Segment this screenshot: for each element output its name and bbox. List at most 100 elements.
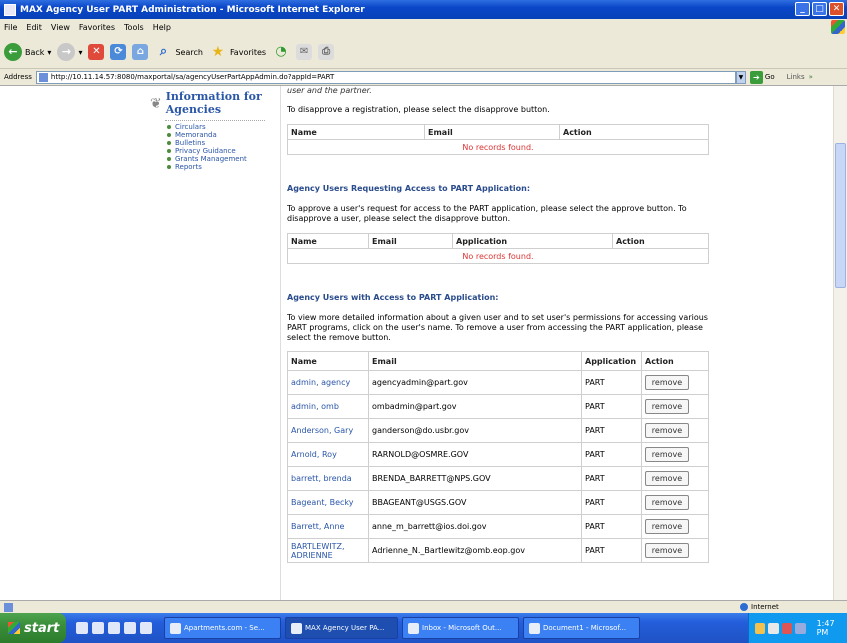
quick-launch-app-icon[interactable]	[140, 622, 152, 634]
sidebar-item-bulletins[interactable]: Bulletins	[167, 139, 268, 147]
remove-button[interactable]: remove	[645, 519, 689, 534]
chevron-down-icon[interactable]: ▾	[78, 48, 82, 57]
history-icon[interactable]: ◔	[272, 43, 290, 61]
user-name-link[interactable]: Arnold, Roy	[287, 442, 369, 467]
user-name-link[interactable]: Bageant, Becky	[287, 490, 369, 515]
user-application: PART	[581, 490, 642, 515]
zone-label: Internet	[751, 603, 779, 611]
tray-icon[interactable]	[755, 622, 766, 634]
access-instructions: To view more detailed information about …	[287, 313, 708, 342]
menu-tools[interactable]: Tools	[124, 23, 144, 32]
ie-icon	[4, 3, 16, 16]
close-button[interactable]: ✕	[829, 2, 844, 16]
go-button[interactable]: ➔ Go	[749, 70, 775, 84]
start-button[interactable]: start	[0, 613, 66, 643]
bullet-icon	[167, 157, 171, 161]
sidebar-item-reports[interactable]: Reports	[167, 163, 268, 171]
sidebar-item-privacy-guidance[interactable]: Privacy Guidance	[167, 147, 268, 155]
stop-icon[interactable]: ✕	[88, 44, 105, 60]
minimize-button[interactable]: _	[795, 2, 810, 16]
word-icon	[529, 622, 540, 634]
favorites-button[interactable]: ★ Favorites	[209, 43, 266, 61]
forward-arrow-icon: →	[57, 43, 76, 61]
scrollbar-thumb[interactable]	[835, 143, 846, 288]
remove-button[interactable]: remove	[645, 495, 689, 510]
user-name-link[interactable]: BARTLEWITZ, ADRIENNE	[287, 538, 369, 563]
quick-launch-desktop-icon[interactable]	[92, 622, 104, 634]
tray-icon[interactable]	[781, 622, 793, 634]
cut-off-text: user and the partner.	[287, 86, 372, 95]
user-application: PART	[581, 418, 642, 443]
sidebar-item-circulars[interactable]: Circulars	[167, 123, 268, 131]
back-button[interactable]: ← Back ▾	[4, 43, 51, 61]
quick-launch-ie-icon[interactable]	[76, 622, 88, 634]
volume-icon[interactable]	[795, 622, 806, 634]
links-chevron-icon[interactable]: »	[809, 73, 813, 81]
remove-button[interactable]: remove	[645, 423, 689, 438]
star-icon: ★	[211, 44, 225, 60]
forward-button[interactable]: → ▾	[57, 43, 82, 61]
address-url: http://10.11.14.57:8080/maxportal/sa/age…	[50, 73, 335, 81]
maximize-button[interactable]: □	[812, 2, 827, 16]
taskbar-item-max-agency[interactable]: MAX Agency User PA...	[285, 617, 398, 639]
print-icon[interactable]: ⎙	[318, 44, 335, 60]
column-header: Email	[424, 124, 560, 140]
table-row: Barrett, Anne anne_m_barrett@ios.doi.gov…	[287, 514, 709, 539]
address-input[interactable]: http://10.11.14.57:8080/maxportal/sa/age…	[35, 70, 736, 84]
clock[interactable]: 1:47 PM	[817, 619, 847, 637]
taskbar-item-apartments[interactable]: Apartments.com - Se...	[164, 617, 281, 639]
ie-icon	[170, 622, 181, 634]
tray-icon[interactable]	[768, 622, 779, 634]
address-label: Address	[4, 73, 32, 81]
user-name-link[interactable]: barrett, brenda	[287, 466, 369, 491]
column-header: Action	[641, 351, 709, 371]
links-button[interactable]: Links	[787, 73, 805, 81]
remove-button[interactable]: remove	[645, 447, 689, 462]
windows-logo-icon	[831, 20, 845, 34]
search-button[interactable]: ⌕ Search	[154, 43, 203, 61]
taskbar-item-inbox[interactable]: Inbox - Microsoft Out...	[402, 617, 519, 639]
table-row: BARTLEWITZ, ADRIENNE Adrienne_N._Bartlew…	[287, 538, 709, 563]
no-records-message: No records found.	[287, 139, 709, 155]
user-email: RARNOLD@OSMRE.GOV	[368, 442, 582, 467]
quick-launch-outlook-icon[interactable]	[108, 622, 120, 634]
bullet-icon	[167, 133, 171, 137]
menu-file[interactable]: File	[4, 23, 17, 32]
menu-favorites[interactable]: Favorites	[79, 23, 115, 32]
user-name-link[interactable]: Barrett, Anne	[287, 514, 369, 539]
sidebar-item-label: Reports	[175, 163, 202, 171]
menu-help[interactable]: Help	[153, 23, 171, 32]
requesting-users-table: Name Email Application Action No records…	[287, 233, 709, 264]
home-icon[interactable]: ⌂	[132, 44, 149, 60]
column-header: Email	[368, 351, 582, 371]
quick-launch-word-icon[interactable]	[124, 622, 136, 634]
remove-button[interactable]: remove	[645, 399, 689, 414]
address-bar: Address http://10.11.14.57:8080/maxporta…	[0, 69, 847, 86]
menu-view[interactable]: View	[51, 23, 70, 32]
vertical-scrollbar[interactable]	[833, 86, 847, 600]
window-title: MAX Agency User PART Administration - Mi…	[20, 4, 365, 15]
user-name-link[interactable]: admin, omb	[287, 394, 369, 419]
user-email: agencyadmin@part.gov	[368, 370, 582, 395]
user-name-link[interactable]: admin, agency	[287, 370, 369, 395]
user-name-link[interactable]: Anderson, Gary	[287, 418, 369, 443]
refresh-icon[interactable]: ⟳	[110, 44, 127, 60]
remove-button[interactable]: remove	[645, 543, 689, 558]
table-row: barrett, brenda BRENDA_BARRETT@NPS.GOV P…	[287, 466, 709, 491]
taskbar-item-label: Document1 - Microsof...	[543, 624, 627, 632]
remove-button[interactable]: remove	[645, 471, 689, 486]
chevron-down-icon[interactable]: ▾	[47, 48, 51, 57]
sidebar-item-memoranda[interactable]: Memoranda	[167, 131, 268, 139]
user-application: PART	[581, 370, 642, 395]
sidebar-item-grants-management[interactable]: Grants Management	[167, 155, 268, 163]
mail-icon[interactable]: ✉	[296, 44, 313, 60]
back-label: Back	[25, 47, 45, 57]
remove-button[interactable]: remove	[645, 375, 689, 390]
taskbar-item-document1[interactable]: Document1 - Microsof...	[523, 617, 640, 639]
address-dropdown-icon[interactable]: ▼	[735, 70, 746, 84]
taskbar-item-label: MAX Agency User PA...	[305, 624, 385, 632]
favorites-label: Favorites	[229, 47, 267, 57]
menu-edit[interactable]: Edit	[26, 23, 42, 32]
globe-icon	[740, 603, 748, 611]
sidebar-heading: Information for Agencies	[166, 90, 262, 116]
